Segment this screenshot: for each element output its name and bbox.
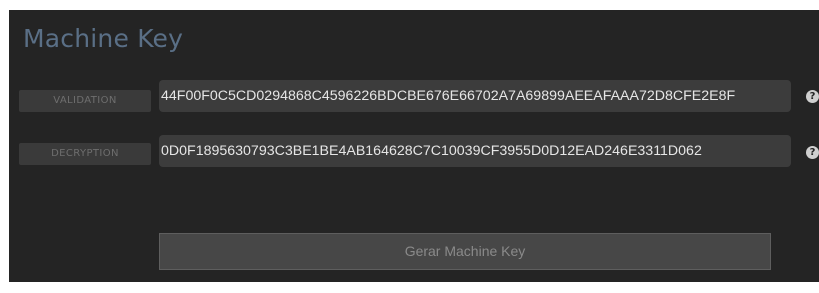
machine-key-panel: Machine Key VALIDATION 44F00F0C5CD029486… [9,10,819,282]
validation-help-icon[interactable]: ? [806,90,819,103]
validation-label: VALIDATION [19,90,151,112]
decryption-label: DECRYPTION [19,143,151,165]
decryption-help-icon[interactable]: ? [806,146,819,159]
decryption-key-field[interactable]: 0D0F1895630793C3BE1BE4AB164628C7C10039CF… [159,135,791,167]
generate-machine-key-button[interactable]: Gerar Machine Key [159,233,771,270]
validation-key-field[interactable]: 44F00F0C5CD0294868C4596226BDCBE676E66702… [159,80,791,112]
panel-title: Machine Key [23,24,184,53]
